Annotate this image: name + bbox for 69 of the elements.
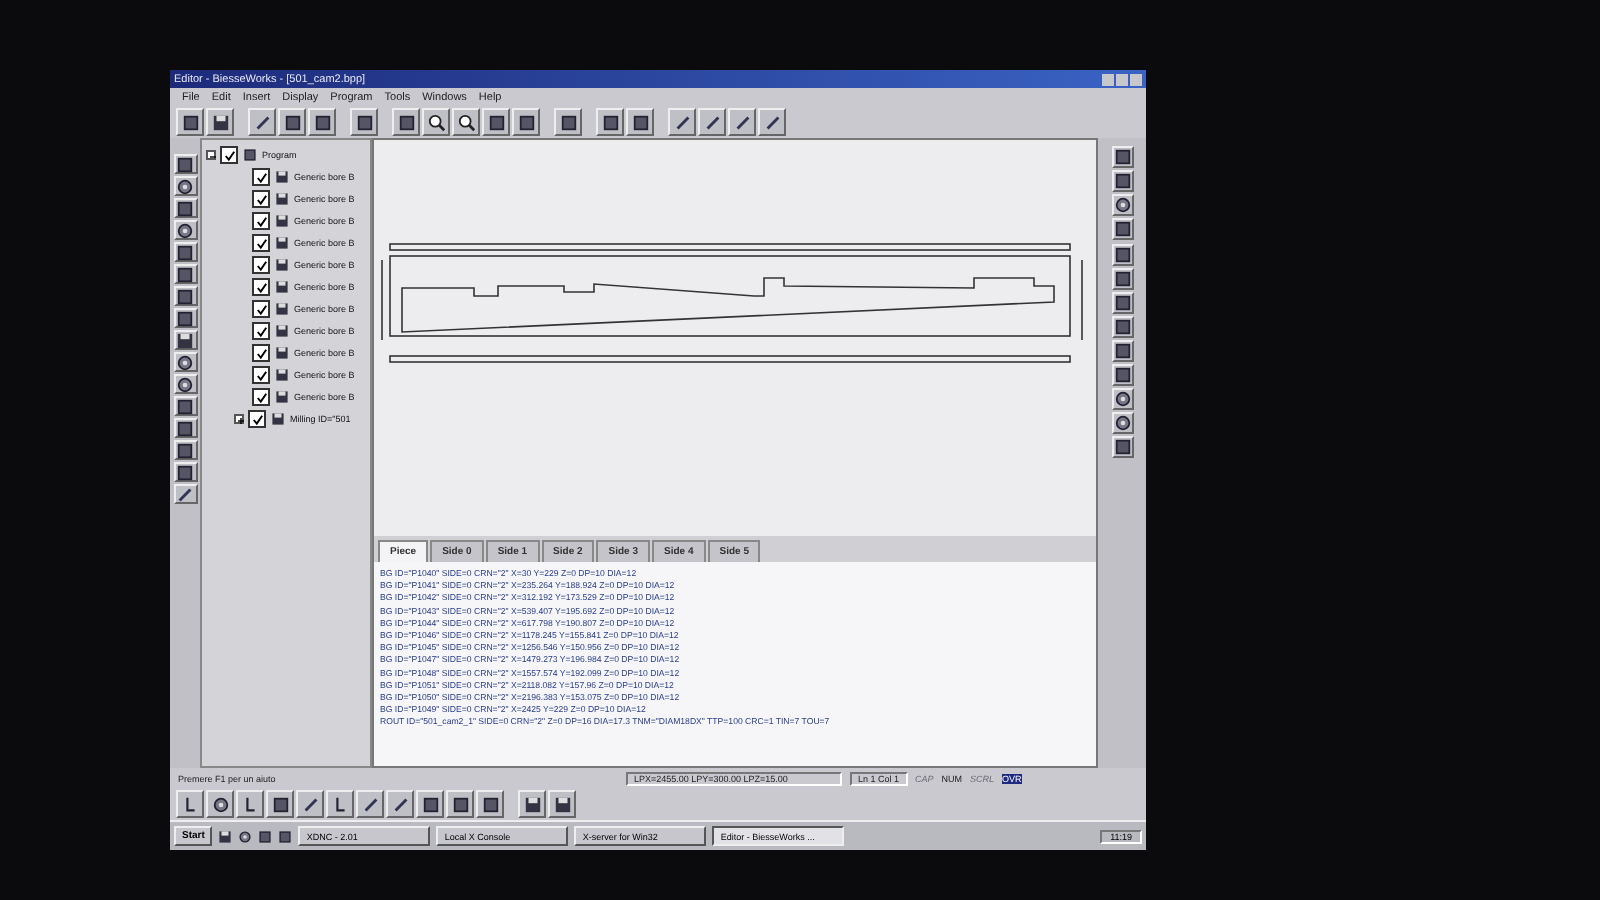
square-icon bbox=[1113, 342, 1131, 360]
square-icon bbox=[451, 795, 469, 813]
checkbox[interactable] bbox=[252, 190, 270, 209]
checkbox[interactable] bbox=[252, 234, 270, 253]
square-icon bbox=[176, 397, 194, 415]
square-icon bbox=[517, 113, 535, 131]
square-icon bbox=[176, 419, 194, 437]
toolbar-button[interactable] bbox=[1111, 340, 1133, 362]
square-icon bbox=[176, 155, 194, 173]
square-icon bbox=[1113, 438, 1131, 456]
toolbar-button[interactable] bbox=[1111, 218, 1133, 240]
square-icon bbox=[313, 113, 331, 131]
square-icon bbox=[1113, 294, 1131, 312]
checkbox[interactable] bbox=[252, 256, 270, 275]
checkbox[interactable] bbox=[252, 388, 270, 407]
pencil-icon bbox=[176, 485, 194, 503]
checkbox[interactable] bbox=[248, 410, 266, 429]
square-icon bbox=[487, 113, 505, 131]
square-icon bbox=[1113, 220, 1131, 238]
expand-toggle[interactable] bbox=[234, 414, 244, 425]
square-icon bbox=[278, 829, 293, 843]
square-icon bbox=[1113, 366, 1131, 384]
checkbox[interactable] bbox=[252, 212, 270, 231]
square-icon bbox=[271, 795, 289, 813]
square-icon bbox=[176, 463, 194, 481]
checkbox[interactable] bbox=[252, 168, 270, 187]
square-icon bbox=[631, 113, 649, 131]
checkbox[interactable] bbox=[252, 322, 270, 341]
pencil-icon bbox=[301, 795, 319, 813]
toolbar-button[interactable] bbox=[1111, 268, 1133, 290]
square-icon bbox=[1113, 148, 1131, 166]
square-icon bbox=[1113, 172, 1131, 190]
square-icon bbox=[258, 829, 273, 843]
square-icon bbox=[355, 113, 373, 131]
toolbar-button[interactable] bbox=[1111, 170, 1133, 192]
magnifier-icon bbox=[457, 113, 475, 131]
pencil-icon bbox=[253, 113, 271, 131]
toolbar-button[interactable] bbox=[1111, 146, 1133, 168]
checkbox[interactable] bbox=[252, 366, 270, 385]
square-icon bbox=[176, 309, 194, 327]
check-icon bbox=[223, 149, 235, 162]
toolbar-button[interactable] bbox=[1111, 292, 1133, 314]
magnifier-icon bbox=[427, 113, 445, 131]
checkbox[interactable] bbox=[252, 300, 270, 319]
square-icon bbox=[1113, 270, 1131, 288]
square-icon bbox=[601, 113, 619, 131]
square-icon bbox=[176, 441, 194, 459]
code-editor[interactable] bbox=[374, 562, 1096, 766]
toolbar-button[interactable] bbox=[1111, 316, 1133, 338]
toolbar-button[interactable] bbox=[1111, 244, 1133, 266]
square-icon bbox=[283, 113, 301, 131]
square-icon bbox=[176, 243, 194, 261]
collapse-toggle[interactable] bbox=[206, 150, 216, 161]
square-icon bbox=[481, 795, 499, 813]
square-icon bbox=[397, 113, 415, 131]
square-icon bbox=[1113, 318, 1131, 336]
toolbar-button[interactable] bbox=[1111, 436, 1133, 458]
square-icon bbox=[559, 113, 577, 131]
square-icon bbox=[242, 148, 258, 163]
square-icon bbox=[181, 113, 199, 131]
checkbox[interactable] bbox=[252, 344, 270, 363]
checkbox[interactable] bbox=[252, 278, 270, 297]
square-icon bbox=[1113, 246, 1131, 264]
square-icon bbox=[421, 795, 439, 813]
checkbox[interactable] bbox=[220, 146, 238, 165]
square-icon bbox=[176, 287, 194, 305]
toolbar-button[interactable] bbox=[1111, 364, 1133, 386]
square-icon bbox=[176, 265, 194, 283]
square-icon bbox=[176, 199, 194, 217]
